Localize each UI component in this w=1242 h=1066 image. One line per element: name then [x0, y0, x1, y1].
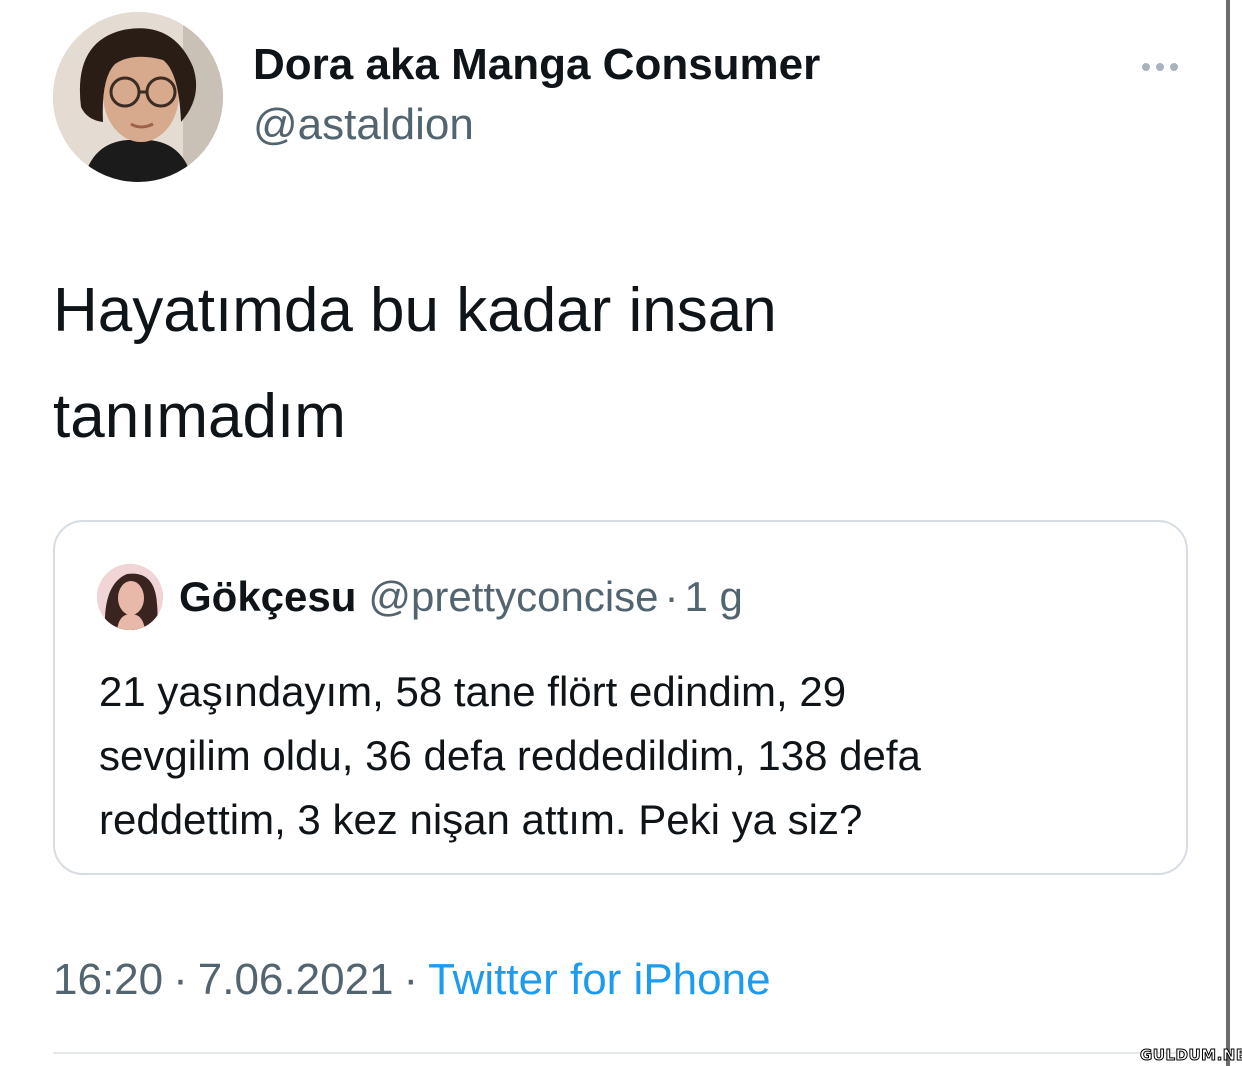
watermark: GULDUM.NET	[1139, 1046, 1242, 1065]
person-avatar-icon	[97, 564, 163, 630]
author-display-name[interactable]: Dora aka Manga Consumer	[253, 40, 820, 90]
tweet-time[interactable]: 16:20	[53, 955, 163, 1004]
tweet-text-line: Hayatımda bu kadar insan	[53, 276, 777, 345]
dot	[1142, 63, 1150, 71]
quoted-text-line: sevgilim oldu, 36 defa reddedildim, 138 …	[99, 732, 921, 779]
quoted-tweet-text: 21 yaşındayım, 58 tane flört edindim, 29…	[99, 660, 1169, 852]
quoted-text-line: reddettim, 3 kez nişan attım. Peki ya si…	[99, 796, 863, 843]
quoted-tweet-header: Gökçesu @prettyconcise · 1 g	[179, 570, 743, 624]
tweet-text: Hayatımda bu kadar insan tanımadım	[53, 258, 1153, 470]
tweet-meta: 16:20 · 7.06.2021 · Twitter for iPhone	[53, 955, 771, 1005]
author-avatar[interactable]	[53, 12, 223, 182]
tweet-source-link[interactable]: Twitter for iPhone	[428, 955, 770, 1004]
divider	[53, 1052, 1188, 1054]
quoted-timestamp[interactable]: 1 g	[685, 573, 743, 620]
quoted-tweet-card[interactable]: Gökçesu @prettyconcise · 1 g 21 yaşındayım,…	[53, 520, 1188, 875]
separator-dot: ·	[403, 955, 419, 1004]
person-avatar-icon	[53, 12, 223, 182]
quoted-text-line: 21 yaşındayım, 58 tane flört edindim, 29	[99, 668, 847, 715]
separator-dot: ·	[173, 955, 188, 1004]
separator-dot: ·	[664, 573, 679, 620]
dot	[1170, 63, 1178, 71]
dot	[1156, 63, 1164, 71]
more-options-icon[interactable]	[1130, 52, 1190, 82]
screen-edge	[1226, 0, 1230, 1066]
tweet-date[interactable]: 7.06.2021	[198, 955, 394, 1004]
quoted-handle[interactable]: @prettyconcise	[368, 573, 658, 620]
tweet-text-line: tanımadım	[53, 382, 346, 451]
author-handle[interactable]: @astaldion	[253, 100, 474, 150]
quoted-author-avatar[interactable]	[97, 564, 163, 630]
quoted-display-name[interactable]: Gökçesu	[179, 573, 356, 620]
